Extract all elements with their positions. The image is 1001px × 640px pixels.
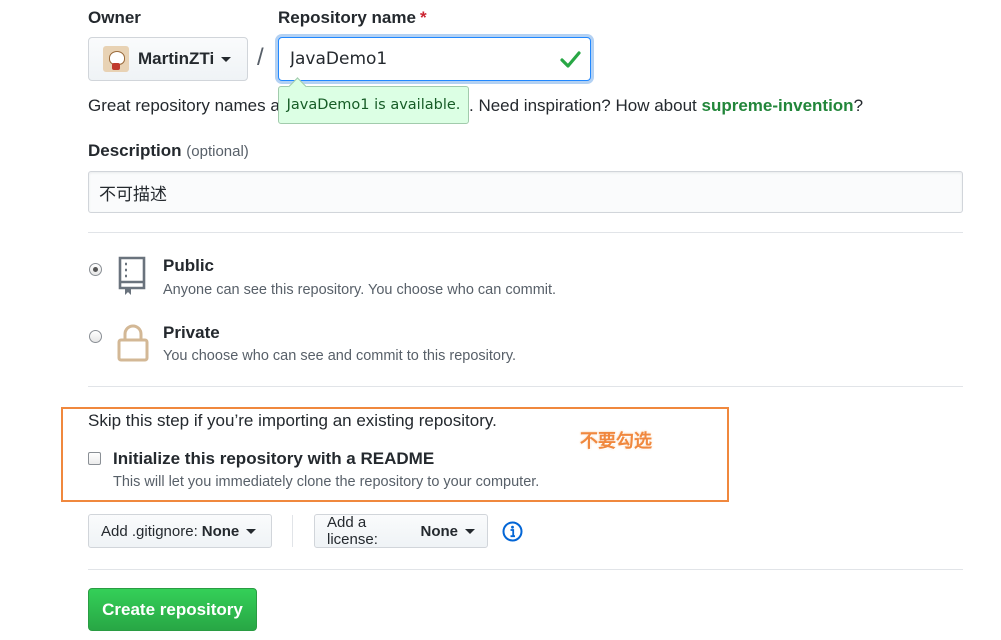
private-radio[interactable] [89,330,102,343]
license-label: Add a license: [327,514,378,548]
readme-checkbox[interactable] [88,452,101,465]
divider [88,232,963,233]
divider [88,386,963,387]
license-value: None [420,522,459,540]
repo-name-label-text: Repository name [278,8,416,27]
chevron-down-icon [246,528,257,534]
chevron-down-icon [465,528,475,534]
create-repository-button[interactable]: Create repository [88,588,257,631]
private-title: Private [163,323,220,342]
optional-label: (optional) [186,143,249,160]
required-mark: * [419,8,427,27]
info-icon[interactable] [502,521,523,542]
hint-suffix: . Need inspiration? How about [469,96,702,115]
public-title: Public [163,256,215,275]
annotation-note: 不要勾选 [580,431,652,452]
name-hint-prefix: Great repository names a [88,96,280,115]
lock-icon [117,324,149,362]
availability-text: JavaDemo1 is available. [286,97,461,113]
public-desc: Anyone can see this repository. You choo… [163,282,557,298]
chevron-down-icon [221,56,232,62]
owner-name: MartinZTi [138,49,215,68]
repo-icon [118,256,146,295]
repo-name-label: Repository name * [278,8,427,28]
vertical-divider [292,515,293,547]
hint-end: ? [853,96,864,115]
availability-tooltip: JavaDemo1 is available. [278,86,469,124]
description-label-text: Description [88,141,182,160]
readme-label[interactable]: Initialize this repository with a README [113,449,434,469]
description-label: Description (optional) [88,141,249,161]
check-icon [560,51,581,68]
private-desc: You choose who can see and commit to thi… [163,348,517,364]
gitignore-value: None [201,522,240,540]
public-radio[interactable] [89,263,102,276]
divider [88,569,963,570]
readme-desc: This will let you immediately clone the … [113,474,540,490]
license-dropdown[interactable]: Add a license: None [314,514,488,548]
gitignore-label: Add .gitignore: [101,522,198,540]
avatar [103,46,129,72]
owner-repo-separator: / [257,44,264,71]
suggestion-link[interactable]: supreme-invention [701,96,853,115]
owner-dropdown[interactable]: MartinZTi [88,37,248,81]
repo-name-input[interactable] [278,37,591,81]
name-hint: . Need inspiration? How about supreme-in… [469,96,863,116]
skip-text: Skip this step if you’re importing an ex… [88,411,497,430]
description-input[interactable] [88,171,963,213]
gitignore-dropdown[interactable]: Add .gitignore: None [88,514,272,548]
owner-label: Owner [88,8,141,27]
